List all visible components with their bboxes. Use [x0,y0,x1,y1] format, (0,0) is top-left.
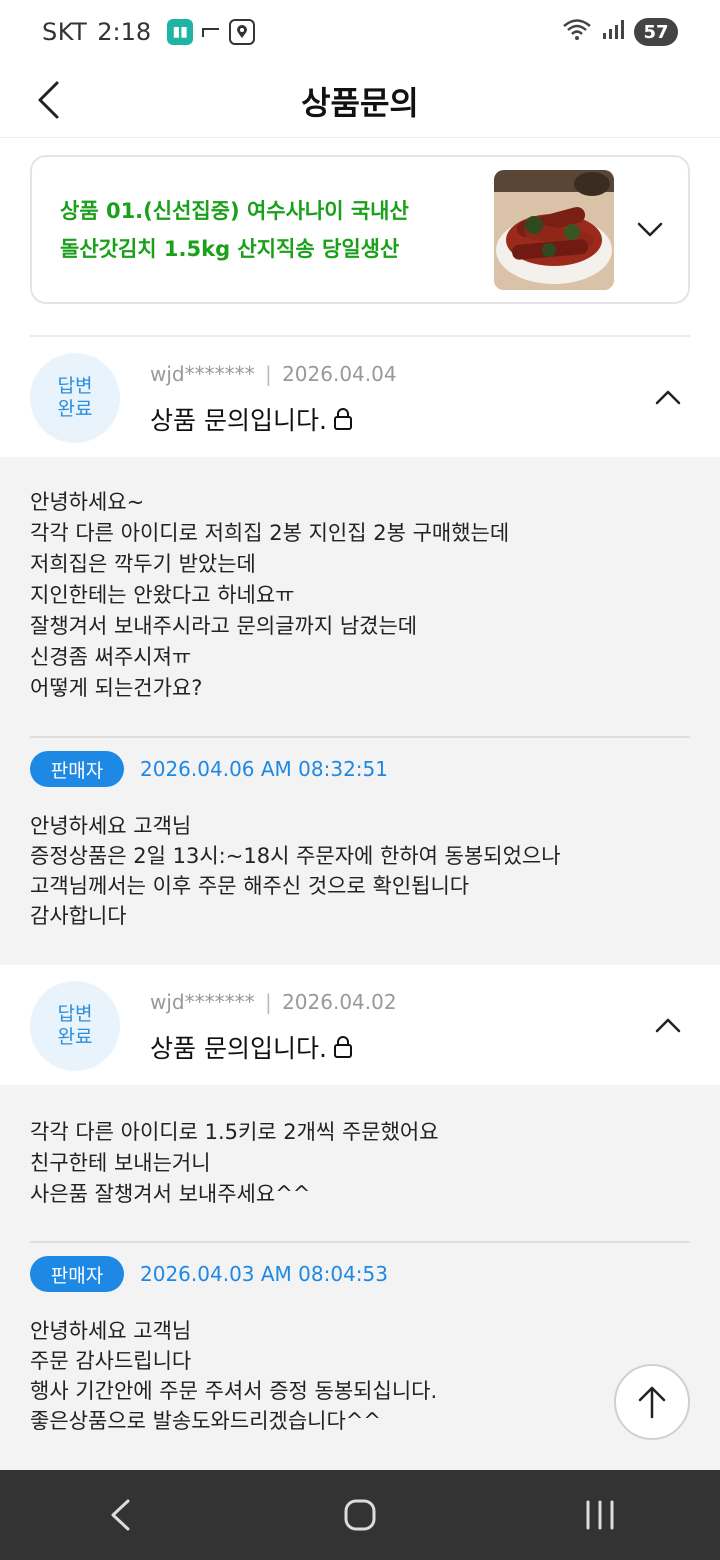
signal-icon [602,18,624,46]
carrier-label: SKT [42,18,88,46]
inquiry-header[interactable]: 답변 완료 wjd******* | 2026.04.04 상품 문의입니다. [0,337,720,457]
body-divider [30,736,690,738]
nav-home-icon [344,1499,376,1531]
page-title: 상품문의 [301,83,419,122]
inquiry-meta: wjd******* | 2026.04.04 [150,362,397,386]
app-icon: ▮▮ [167,19,194,45]
status-line-1: 답변 [57,375,93,397]
product-name-line-2: 돌산갓김치 1.5kg 산지직송 당일생산 [60,236,400,261]
inquiry-title-text: 상품 문의입니다. [150,1034,327,1063]
time-label: 2:18 [97,18,152,46]
inquiry-title-text: 상품 문의입니다. [150,406,327,435]
product-name-line-1: 상품 01.(신선집중) 여수사나이 국내산 [60,198,409,223]
nav-back-icon [111,1499,130,1531]
status-line-1: 답변 [57,1003,93,1025]
nav-recents-button[interactable] [550,1470,650,1560]
scroll-top-button[interactable] [614,1364,690,1440]
seller-badge: 판매자 [30,751,124,787]
question-text: 안녕하세요~ 각각 다른 아이디로 저희집 2봉 지인집 2봉 구매했는데 저희… [30,490,510,700]
user-id: wjd******* [150,990,255,1014]
notification-icons: ▮▮ [167,19,256,45]
product-name: 상품 01.(신선집중) 여수사나이 국내산 돌산갓김치 1.5kg 산지직송 … [60,192,494,268]
meta-separator: | [264,990,272,1014]
product-card[interactable]: 상품 01.(신선집중) 여수사나이 국내산 돌산갓김치 1.5kg 산지직송 … [30,155,690,304]
screen-icon [201,20,221,44]
inquiry-body: 각각 다른 아이디로 1.5키로 2개씩 주문했어요 친구한테 보내는거니 사은… [0,1085,720,1470]
answered-status-badge: 답변 완료 [30,353,120,443]
battery-icon: 57 [634,18,678,46]
chevron-down-icon [637,222,663,236]
inquiry-title: 상품 문의입니다. [150,1029,353,1065]
meta-separator: | [264,362,272,386]
chevron-left-icon [38,81,59,119]
chevron-up-icon [655,390,681,405]
answer-text: 안녕하세요 고객님 증정상품은 2일 13시:~18시 주문자에 한하여 동봉되… [30,814,561,928]
body-divider [30,1241,690,1243]
nav-home-button[interactable] [310,1470,410,1560]
status-right: 57 [562,17,678,47]
product-expand-button[interactable] [634,214,666,246]
answered-status-badge: 답변 완료 [30,981,120,1071]
answer-time: 2026.04.06 AM 08:32:51 [140,757,388,781]
nav-back-button[interactable] [70,1470,170,1560]
answer-text: 안녕하세요 고객님 주문 감사드립니다 행사 기간안에 주문 주셔서 증정 동봉… [30,1319,438,1433]
inquiry-meta: wjd******* | 2026.04.02 [150,990,397,1014]
system-nav-bar [0,1470,720,1560]
inquiry-date: 2026.04.02 [282,990,397,1014]
wifi-icon [562,17,592,47]
status-left: SKT 2:18 ▮▮ [42,18,256,46]
inquiry-date: 2026.04.04 [282,362,397,386]
status-bar: SKT 2:18 ▮▮ 57 [0,0,720,64]
map-pin-icon [229,19,256,45]
inquiry-header[interactable]: 답변 완료 wjd******* | 2026.04.02 상품 문의입니다. [0,965,720,1085]
inquiry-body: 안녕하세요~ 각각 다른 아이디로 저희집 2봉 지인집 2봉 구매했는데 저희… [0,457,720,965]
arrow-up-icon [638,1386,666,1419]
collapse-button[interactable] [652,381,684,413]
status-line-2: 완료 [57,1026,93,1048]
answer-time: 2026.04.03 AM 08:04:53 [140,1262,388,1286]
chevron-up-icon [655,1018,681,1033]
question-text: 각각 다른 아이디로 1.5키로 2개씩 주문했어요 친구한테 보내는거니 사은… [30,1120,439,1206]
screen: SKT 2:18 ▮▮ 57 상품문의 상품 01.(신선집중) 여수사나이 국… [0,0,720,1560]
collapse-button[interactable] [652,1009,684,1041]
lock-icon [333,408,352,430]
inquiry-title: 상품 문의입니다. [150,401,353,437]
nav-recents-icon [586,1500,614,1530]
status-line-2: 완료 [57,398,93,420]
back-button[interactable] [24,72,72,128]
seller-badge: 판매자 [30,1256,124,1292]
lock-icon [333,1036,352,1058]
product-thumbnail [494,169,614,290]
user-id: wjd******* [150,362,255,386]
app-header: 상품문의 [0,64,720,138]
